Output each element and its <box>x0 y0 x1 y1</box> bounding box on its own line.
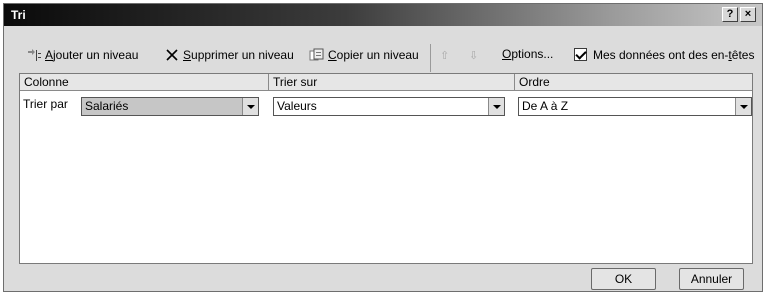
toolbar: Ajouter un niveau Supprimer un niveau Co… <box>4 44 762 72</box>
delete-level-accesskey: S <box>183 47 192 62</box>
options-accesskey: O <box>502 47 512 61</box>
headers-checkbox-label: Mes données ont des en- <box>593 47 729 62</box>
delete-level-label: upprimer un niveau <box>191 47 294 62</box>
order-select[interactable]: De A à Z <box>518 97 752 116</box>
headers-checkbox-label-end: êtes <box>731 47 755 62</box>
column-select-value: Salariés <box>85 99 129 113</box>
delete-level-button[interactable]: Supprimer un niveau <box>164 47 294 62</box>
move-up-button[interactable]: ⇧ <box>440 49 449 62</box>
add-level-accesskey: A <box>45 47 54 62</box>
copy-level-label: opier un niveau <box>336 47 419 62</box>
delete-x-icon <box>166 49 178 61</box>
column-header-trier-sur: Trier sur <box>269 74 515 91</box>
arrow-down-icon: ⇩ <box>469 50 479 62</box>
chevron-down-icon[interactable] <box>735 98 751 115</box>
checkbox-checked-icon[interactable] <box>574 48 587 62</box>
ok-button[interactable]: OK <box>591 268 656 290</box>
order-select-value: De A à Z <box>522 99 569 113</box>
add-level-button[interactable]: Ajouter un niveau <box>26 47 138 62</box>
row-label-trier-par: Trier par <box>23 97 68 111</box>
chevron-down-icon[interactable] <box>242 98 258 115</box>
sort-on-select[interactable]: Valeurs <box>273 97 505 116</box>
cancel-button[interactable]: Annuler <box>679 268 744 290</box>
sort-dialog: Tri ? × Ajouter un niveau Supprimer un n… <box>3 3 763 292</box>
help-button[interactable]: ? <box>722 7 738 22</box>
column-header-colonne: Colonne <box>20 74 269 91</box>
close-button[interactable]: × <box>740 7 756 22</box>
column-select[interactable]: Salariés <box>81 97 259 116</box>
copy-icon <box>309 48 324 61</box>
sort-levels-grid: Colonne Trier sur Ordre Trier par Salari… <box>19 73 753 264</box>
arrow-up-icon: ⇧ <box>440 50 450 62</box>
dialog-title: Tri <box>11 8 26 22</box>
add-level-icon <box>28 48 41 61</box>
toolbar-separator <box>430 44 431 72</box>
options-button[interactable]: Options... <box>502 47 553 61</box>
headers-checkbox[interactable]: Mes données ont des en-têtes <box>574 47 754 62</box>
add-level-label: jouter un niveau <box>53 47 139 62</box>
column-header-ordre: Ordre <box>515 74 752 91</box>
copy-level-accesskey: C <box>328 47 337 62</box>
move-down-button[interactable]: ⇩ <box>469 49 478 62</box>
sort-on-select-value: Valeurs <box>277 99 317 113</box>
options-label: ptions... <box>511 47 554 61</box>
title-bar: Tri ? × <box>4 4 762 26</box>
chevron-down-icon[interactable] <box>488 98 504 115</box>
copy-level-button[interactable]: Copier un niveau <box>309 47 419 62</box>
